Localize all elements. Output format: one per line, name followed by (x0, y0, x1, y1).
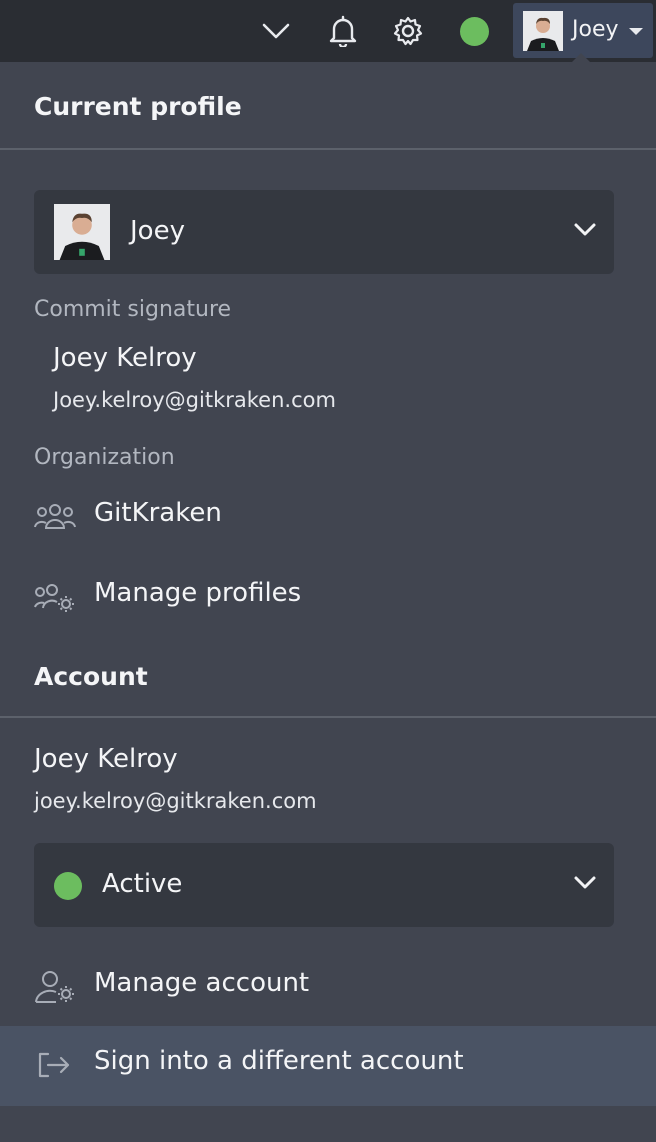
chevron-down-icon (574, 876, 596, 889)
account-title: Account (34, 662, 148, 691)
users-gear-icon (34, 584, 74, 612)
profile-name: Joey (572, 17, 619, 42)
dropdown-pointer (569, 53, 593, 65)
caret-down-icon (629, 28, 643, 35)
online-status-indicator[interactable] (460, 17, 489, 46)
account-email: joey.kelroy@gitkraken.com (34, 789, 317, 813)
bell-icon[interactable] (326, 14, 360, 48)
user-gear-icon (35, 971, 74, 1003)
sign-in-different-account-item[interactable]: Sign into a different account (0, 1026, 656, 1106)
gear-icon[interactable] (391, 14, 425, 48)
organization-label: Organization (34, 445, 175, 470)
avatar (54, 204, 110, 260)
profile-menu-button[interactable]: Joey (513, 3, 653, 58)
current-profile-title: Current profile (34, 92, 242, 121)
organization-name: GitKraken (94, 498, 222, 528)
users-icon (34, 504, 76, 529)
sign-out-icon (38, 1052, 70, 1078)
chevron-down-icon (574, 223, 596, 236)
manage-profiles-item[interactable]: Manage profiles (0, 558, 656, 638)
top-bar: Joey (0, 0, 656, 65)
account-name: Joey Kelroy (34, 744, 178, 774)
commit-name: Joey Kelroy (53, 343, 197, 373)
status-label: Active (102, 869, 183, 899)
profile-select[interactable]: Joey (34, 190, 614, 274)
sign-in-different-account-label: Sign into a different account (94, 1046, 464, 1076)
divider (0, 716, 656, 718)
manage-account-label: Manage account (94, 968, 310, 998)
manage-profiles-label: Manage profiles (94, 578, 302, 608)
selected-profile-name: Joey (130, 216, 185, 246)
organization-item[interactable]: GitKraken (0, 478, 656, 558)
profile-dropdown-panel: Current profile Joey Commit signature Jo… (0, 66, 656, 1142)
manage-account-item[interactable]: Manage account (0, 948, 656, 1028)
commit-signature-label: Commit signature (34, 297, 232, 322)
divider (0, 148, 656, 150)
status-dot (54, 872, 82, 900)
commit-email: Joey.kelroy@gitkraken.com (53, 388, 336, 412)
chevron-down-icon[interactable] (259, 14, 293, 48)
avatar (523, 11, 563, 51)
status-select[interactable]: Active (34, 843, 614, 927)
